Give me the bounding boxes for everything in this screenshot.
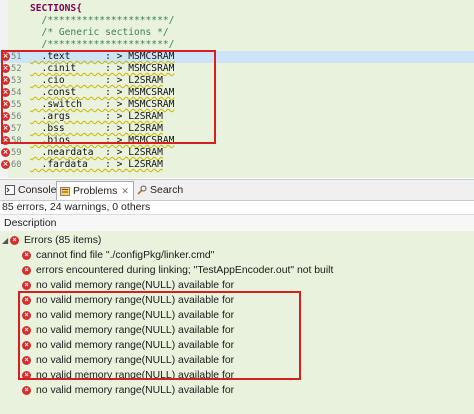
code-text: /*********************/ <box>30 39 175 50</box>
code-text: .bios : > MSMCSRAM <box>30 135 175 146</box>
line-number: 59 <box>11 148 22 158</box>
problem-description: no valid memory range(NULL) available fo… <box>36 280 235 291</box>
error-marker-icon[interactable]: × <box>1 88 10 97</box>
line-number: 52 <box>11 64 22 74</box>
description-column-label: Description <box>4 217 57 229</box>
error-icon: × <box>22 386 31 395</box>
line-number: 57 <box>11 124 22 134</box>
error-icon: × <box>22 281 31 290</box>
problem-row[interactable]: × no valid memory range(NULL) available f… <box>0 383 474 398</box>
problem-row[interactable]: × no valid memory range(NULL) available f… <box>0 338 474 353</box>
code-text: /*********************/ <box>30 15 175 26</box>
code-line[interactable]: /*********************/ <box>0 39 474 51</box>
problems-summary: 85 errors, 24 warnings, 0 others <box>2 201 151 213</box>
tab-problems-label: Problems <box>73 185 118 197</box>
code-text: .switch : > MSMCSRAM <box>30 99 175 110</box>
error-marker-icon[interactable]: × <box>1 160 10 169</box>
error-icon: × <box>22 311 31 320</box>
error-icon: × <box>22 326 31 335</box>
code-text: .args : > L2SRAM <box>30 111 163 122</box>
error-marker-icon[interactable]: × <box>1 64 10 73</box>
error-icon: × <box>22 356 31 365</box>
problem-row[interactable]: × no valid memory range(NULL) available f… <box>0 353 474 368</box>
code-line[interactable]: × 58 .bios : > MSMCSRAM <box>0 135 474 147</box>
code-text: SECTIONS{ <box>30 3 82 14</box>
code-line[interactable]: /* Generic sections */ <box>0 27 474 39</box>
error-marker-icon[interactable]: × <box>1 100 10 109</box>
problem-row[interactable]: × no valid memory range(NULL) available f… <box>0 278 474 293</box>
line-number: 55 <box>11 100 22 110</box>
code-line[interactable]: × 53 .cio : > L2SRAM <box>0 75 474 87</box>
tab-search-label: Search <box>150 184 184 196</box>
error-icon: × <box>22 296 31 305</box>
code-line[interactable]: SECTIONS{ <box>0 3 474 15</box>
problem-description: errors encountered during linking; "Test… <box>36 265 334 276</box>
problem-description: no valid memory range(NULL) available fo… <box>36 370 235 381</box>
line-number: 53 <box>11 76 22 86</box>
problem-description: no valid memory range(NULL) available fo… <box>36 325 235 336</box>
error-icon: × <box>10 236 19 245</box>
line-number: 56 <box>11 112 22 122</box>
code-line[interactable]: × 52 .cinit : > MSMCSRAM <box>0 63 474 75</box>
problem-description: no valid memory range(NULL) available fo… <box>36 295 235 306</box>
problem-description: no valid memory range(NULL) available fo… <box>36 385 235 396</box>
problem-row[interactable]: × errors encountered during linking; "Tes… <box>0 263 474 278</box>
code-text: .text : > MSMCSRAM <box>30 51 175 62</box>
problem-row[interactable]: × no valid memory range(NULL) available f… <box>0 293 474 308</box>
code-line[interactable]: × 59 .neardata : > L2SRAM <box>0 147 474 159</box>
problem-description: no valid memory range(NULL) available fo… <box>36 355 235 366</box>
error-marker-icon[interactable]: × <box>1 76 10 85</box>
problem-row[interactable]: × no valid memory range(NULL) available f… <box>0 368 474 383</box>
tab-problems[interactable]: Problems ✕ <box>56 181 134 200</box>
code-text: .cio : > L2SRAM <box>30 75 163 86</box>
problems-list[interactable]: ◢ × Errors (85 items) × cannot find file "./… <box>0 231 474 414</box>
code-text: .const : > MSMCSRAM <box>30 87 175 98</box>
line-number: 58 <box>11 136 22 146</box>
error-marker-icon[interactable]: × <box>1 124 10 133</box>
line-number: 54 <box>11 88 22 98</box>
code-text: /* Generic sections */ <box>30 27 169 38</box>
view-tab-bar: Console Problems ✕ Search <box>0 179 474 201</box>
expand-triangle-icon[interactable]: ◢ <box>2 233 8 248</box>
tab-console-label: Console <box>18 184 57 196</box>
code-line[interactable]: × 56 .args : > L2SRAM <box>0 111 474 123</box>
error-icon: × <box>22 266 31 275</box>
problem-group-row[interactable]: ◢ × Errors (85 items) <box>0 233 474 248</box>
error-icon: × <box>22 251 31 260</box>
code-text: .bss : > L2SRAM <box>30 123 163 134</box>
code-editor[interactable]: SECTIONS{ /*********************/ /* Gen… <box>0 0 474 178</box>
error-marker-icon[interactable]: × <box>1 112 10 121</box>
code-line[interactable]: × 60 .fardata : > L2SRAM <box>0 159 474 171</box>
close-icon[interactable]: ✕ <box>121 186 129 196</box>
problem-description: no valid memory range(NULL) available fo… <box>36 310 235 321</box>
code-line[interactable]: × 51 .text : > MSMCSRAM <box>0 51 474 63</box>
problem-row[interactable]: × no valid memory range(NULL) available f… <box>0 308 474 323</box>
problems-icon <box>60 187 70 196</box>
code-line[interactable]: /*********************/ <box>0 15 474 27</box>
problem-row[interactable]: × cannot find file "./configPkg/linker.cm… <box>0 248 474 263</box>
error-marker-icon[interactable]: × <box>1 136 10 145</box>
search-icon <box>137 185 147 195</box>
code-text: .neardata : > L2SRAM <box>30 147 163 158</box>
line-number: 60 <box>11 160 22 170</box>
tab-search[interactable]: Search <box>134 181 183 199</box>
error-marker-icon[interactable]: × <box>1 52 10 61</box>
error-icon: × <box>22 341 31 350</box>
tab-console[interactable]: Console <box>2 181 57 199</box>
code-line[interactable]: × 54 .const : > MSMCSRAM <box>0 87 474 99</box>
line-number: 51 <box>11 52 22 62</box>
console-icon <box>5 185 15 195</box>
code-line[interactable]: × 55 .switch : > MSMCSRAM <box>0 99 474 111</box>
code-line[interactable]: × 57 .bss : > L2SRAM <box>0 123 474 135</box>
problem-description: no valid memory range(NULL) available fo… <box>36 340 235 351</box>
error-marker-icon[interactable]: × <box>1 148 10 157</box>
code-text: .fardata : > L2SRAM <box>30 159 163 170</box>
error-icon: × <box>22 371 31 380</box>
description-column-header[interactable]: Description <box>0 214 474 232</box>
problem-description: Errors (85 items) <box>24 235 102 246</box>
problem-row[interactable]: × no valid memory range(NULL) available f… <box>0 323 474 338</box>
problem-description: cannot find file "./configPkg/linker.cmd… <box>36 250 215 261</box>
code-text: .cinit : > MSMCSRAM <box>30 63 175 74</box>
